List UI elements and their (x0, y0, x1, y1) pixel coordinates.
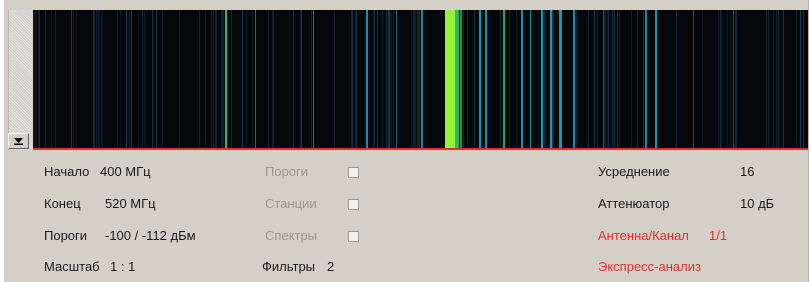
threshold-level-label: Пороги (44, 228, 88, 243)
scale-label: Масштаб (44, 259, 100, 274)
threshold-level-value: -100 / -112 дБм (105, 228, 196, 243)
arrow-down-icon (14, 138, 23, 145)
start-frequency-value: 400 МГц (100, 164, 151, 179)
thresholds-option-label: Пороги (265, 164, 309, 179)
attenuator-label: Аттенюатор (598, 196, 670, 211)
spectrogram-baseline (33, 148, 808, 150)
express-analysis-link[interactable]: Экспресс-анализ (598, 259, 701, 275)
antenna-channel-value[interactable]: 1/1 (709, 228, 727, 244)
attenuator-value: 10 дБ (740, 196, 775, 211)
averaging-label: Усреднение (598, 164, 670, 179)
spectra-checkbox[interactable] (348, 231, 359, 242)
stations-checkbox[interactable] (348, 199, 359, 210)
vertical-scrollbar[interactable] (8, 10, 32, 150)
end-frequency-value: 520 МГц (105, 196, 156, 211)
stations-option-label: Станции (265, 196, 317, 211)
filters-label: Фильтры (262, 259, 316, 274)
averaging-value: 16 (740, 164, 755, 179)
filters-value: 2 (327, 259, 335, 274)
antenna-channel-link[interactable]: Антенна/Канал (598, 228, 689, 244)
scroll-down-button[interactable] (8, 133, 29, 149)
spectra-option-label: Спектры (265, 228, 318, 243)
spectrogram[interactable] (33, 10, 808, 150)
thresholds-checkbox[interactable] (348, 167, 359, 178)
scale-value: 1 : 1 (110, 259, 136, 274)
end-frequency-label: Конец (44, 196, 81, 211)
start-frequency-label: Начало (44, 164, 90, 179)
